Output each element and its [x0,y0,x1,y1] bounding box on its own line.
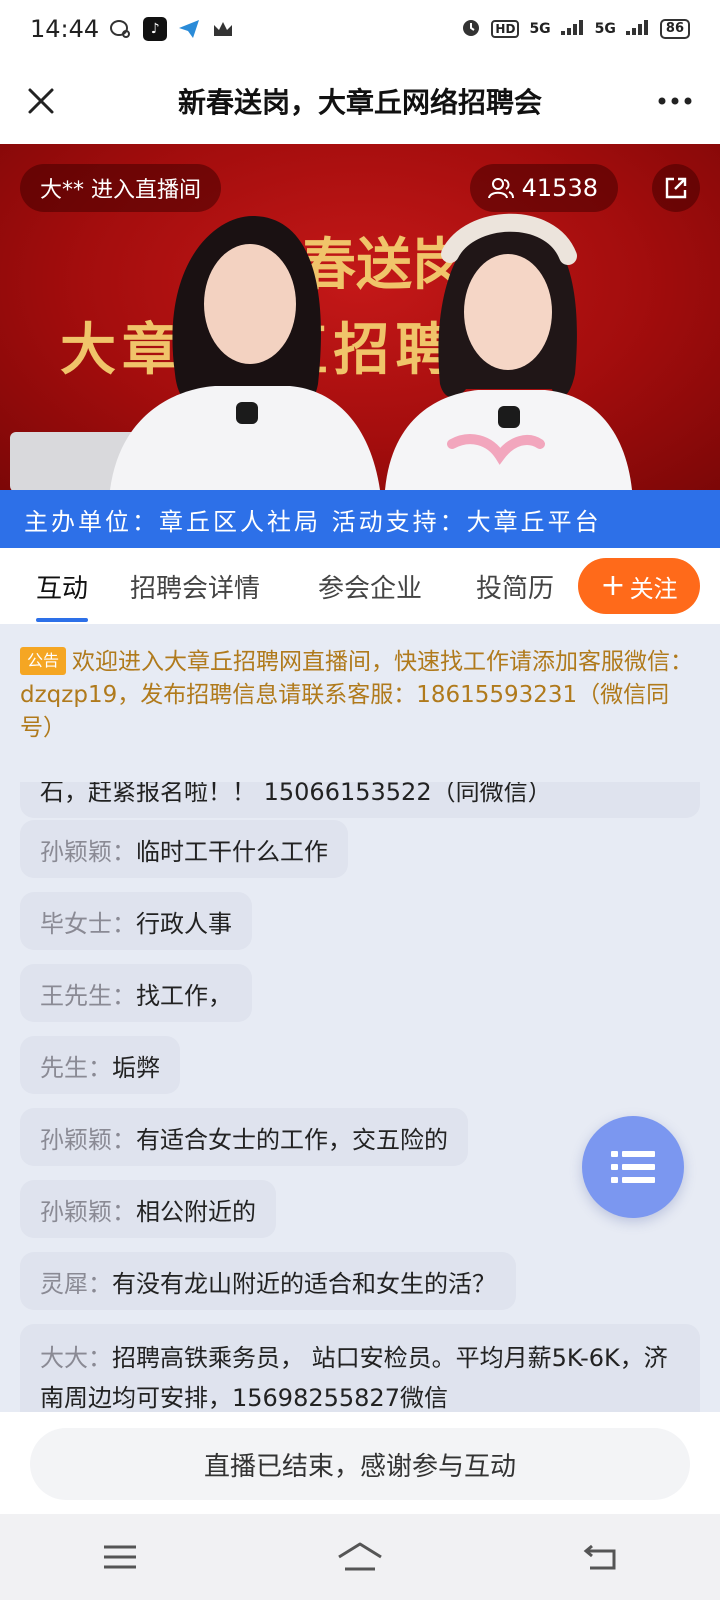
follow-label: 关注 [629,574,678,603]
message-text: 有适合女士的工作，交五险的 [136,1125,448,1154]
chat-message: 王先生： 找工作， [20,964,252,1022]
presenter-left-face [204,244,296,364]
menu-lines-icon [104,1545,136,1569]
message-author: 孙颖颖： [40,837,136,866]
presenter-right-body [385,390,632,490]
share-button[interactable] [652,164,700,212]
message-author: 毕女士： [40,909,136,938]
chat-message: 毕女士： 行政人事 [20,892,252,950]
live-video-player[interactable]: 春送岗 大章 络直招聘会 大** 进入直播间 41538 [0,144,720,490]
message-author: 大大： [40,1344,112,1372]
status-right: HD 5G 5G 86 [461,17,690,41]
ended-bar: 直播已结束，感谢参与互动 [0,1412,720,1514]
viewer-count-pill: 41538 [469,164,618,212]
live-ended-message: 直播已结束，感谢参与互动 [30,1428,690,1500]
signal-icon-1 [560,19,585,39]
join-notice-pill: 大** 进入直播间 [20,164,221,212]
status-bar: 14:44 ♪ HD 5G 5G 86 [0,0,720,58]
message-text: 行政人事 [136,909,232,938]
message-text: 垢弊 [112,1053,160,1082]
title-bar: 新春送岗，大章丘网络招聘会 [0,58,720,144]
back-arrow-icon [583,1544,616,1570]
status-left: 14:44 ♪ [30,15,235,43]
message-text: 找工作， [136,981,232,1010]
presenter-left-body [110,386,380,490]
system-nav-bar [0,1514,720,1600]
viewer-count: 41538 [521,174,598,202]
nav-home-button[interactable] [330,1532,390,1582]
organizer-banner: 主办单位：章丘区人社局 活动支持：大章丘平台 [0,490,720,548]
telegram-plane-icon [177,17,201,41]
announcement-text: 欢迎进入大章丘招聘网直播间，快速找工作请添加客服微信：dzqzp19，发布招聘信… [20,649,694,741]
chat-message: 孙颖颖： 相公附近的 [20,1180,276,1238]
message-text: 有没有龙山附近的适合和女生的活？ [112,1269,496,1298]
message-text: 相公附近的 [136,1197,256,1226]
message-author: 王先生： [40,981,136,1010]
share-icon [665,177,687,199]
close-button[interactable] [18,78,64,124]
chat-message: 先生： 垢弊 [20,1036,180,1094]
chat-message: 孙颖颖： 有适合女士的工作，交五险的 [20,1108,468,1166]
more-button[interactable] [652,78,698,124]
chat-message: 大大：招聘高铁乘务员， 站口安检员。平均月薪5K-6K，济南周边均可安排，156… [20,1324,700,1412]
message-text: 临时工干什么工作 [136,837,328,866]
tab-fair-details[interactable]: 招聘会详情 [130,548,260,624]
plus-icon: + [600,568,626,603]
close-icon [28,88,54,114]
page-title: 新春送岗，大章丘网络招聘会 [177,86,542,119]
hd-badge: HD [491,20,520,38]
network-type-2: 5G [594,21,616,37]
tab-bar: 互动 招聘会详情 参会企业 投简历 + 关注 [0,548,720,624]
battery-icon: 86 [659,19,690,39]
announcement: 公告 欢迎进入大章丘招聘网直播间，快速找工作请添加客服微信：dzqzp19，发布招… [0,624,720,782]
announcement-badge: 公告 [20,647,67,675]
menu-fab-button[interactable] [582,1116,684,1218]
crown-icon [211,17,235,41]
message-author: 先生： [40,1053,112,1082]
signal-icon-2 [625,19,650,39]
status-time: 14:44 [30,15,100,43]
network-type-1: 5G [529,21,551,37]
list-icon [611,1151,655,1183]
chat-message: 孙颖颖： 临时工干什么工作 [20,820,348,878]
nav-recents-button[interactable] [90,1532,150,1582]
tiktok-icon: ♪ [143,17,168,41]
follow-button[interactable]: + 关注 [578,558,700,614]
chat-area[interactable]: 公告 欢迎进入大章丘招聘网直播间，快速找工作请添加客服微信：dzqzp19，发布招… [0,624,720,1412]
message-author: 孙颖颖： [40,1197,136,1226]
banner-line-1: 春送岗 [300,232,468,298]
wechat-bubble-icon [109,17,133,41]
tab-companies[interactable]: 参会企业 [318,548,422,624]
message-author: 灵犀： [40,1269,112,1298]
tab-submit-resume[interactable]: 投简历 [476,548,568,624]
alarm-icon [461,17,481,41]
message-author: 孙颖颖： [40,1125,136,1154]
tab-interaction[interactable]: 互动 [36,548,89,624]
more-icon [658,97,692,105]
chat-message: 灵犀： 有没有龙山附近的适合和女生的活？ [20,1252,516,1310]
presenter-right-face [464,254,552,370]
home-icon [338,1542,382,1571]
message-text: 招聘高铁乘务员， 站口安检员。平均月薪5K-6K，济南周边均可安排，156982… [40,1344,668,1412]
users-icon [487,178,514,199]
nav-back-button[interactable] [570,1532,630,1582]
